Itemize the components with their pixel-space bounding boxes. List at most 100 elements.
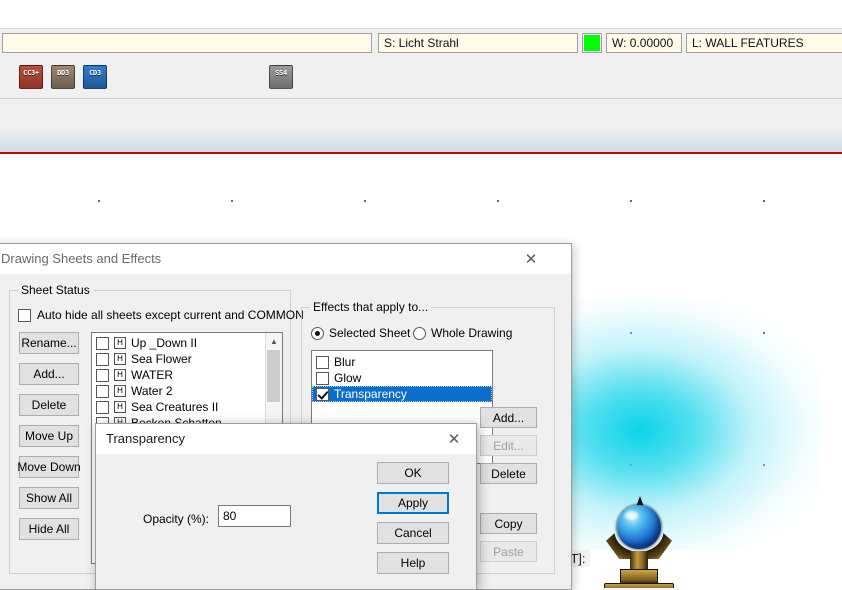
apply-button[interactable]: Apply <box>377 492 449 514</box>
current-layer-field[interactable]: L: WALL FEATURES <box>686 33 842 53</box>
cd3-icon: CD3 <box>83 65 107 89</box>
dd3-button[interactable]: DD3 <box>48 62 78 92</box>
opacity-label: Opacity (%): <box>143 512 210 526</box>
transparency-dialog-titlebar[interactable]: Transparency ✕ <box>96 424 476 455</box>
sheets-dialog-titlebar[interactable]: Drawing Sheets and Effects ✕ <box>0 244 571 275</box>
auto-hide-sheets-checkbox[interactable]: Auto hide all sheets except current and … <box>18 308 304 322</box>
orb-highlight <box>625 511 638 520</box>
effect-name: Glow <box>334 371 362 385</box>
status-bar: S: Licht Strahl W: 0.00000 L: WALL FEATU… <box>0 28 842 60</box>
current-sheet-field[interactable]: S: Licht Strahl <box>378 33 578 53</box>
scope-selected-label: Selected Sheet <box>329 326 411 340</box>
opacity-input[interactable]: 80 <box>218 505 291 527</box>
close-icon[interactable]: ✕ <box>432 424 476 454</box>
cc3-plus-button[interactable]: CC3+ <box>16 62 46 92</box>
list-item[interactable]: H Sea Creatures II <box>92 399 282 415</box>
sheet-hidden-icon: H <box>114 337 126 349</box>
list-item[interactable]: H Water 2 <box>92 383 282 399</box>
delete-sheet-button[interactable]: Delete <box>19 394 79 416</box>
app-top-blank-area <box>0 0 842 28</box>
canvas-top-band <box>0 130 842 152</box>
coordinates-field[interactable] <box>2 33 372 53</box>
grid-dot <box>497 200 499 202</box>
move-down-button[interactable]: Move Down <box>17 456 81 478</box>
list-item[interactable]: H WATER <box>92 367 282 383</box>
list-item[interactable]: Glow <box>312 370 492 386</box>
dd3-icon: DD3 <box>51 65 75 89</box>
help-button[interactable]: Help <box>377 552 449 574</box>
transparency-dialog: Transparency ✕ Opacity (%): 80 OK Apply … <box>95 423 477 590</box>
paste-effect-button: Paste <box>480 541 537 562</box>
color-swatch <box>584 35 600 51</box>
cd3-button[interactable]: CD3 <box>80 62 110 92</box>
grid-dot <box>630 464 632 466</box>
orb-base <box>604 583 674 588</box>
sheet-name: Sea Flower <box>131 352 192 366</box>
orb-stem <box>630 551 648 571</box>
sheet-status-legend: Sheet Status <box>18 283 93 297</box>
effect-enabled-checkbox[interactable] <box>316 387 329 401</box>
auto-hide-checkbox-box <box>18 308 31 322</box>
line-width-field[interactable]: W: 0.00000 <box>606 33 682 53</box>
grid-dot <box>364 200 366 202</box>
rename-button[interactable]: Rename... <box>19 332 79 354</box>
sheet-visible-checkbox[interactable] <box>96 400 109 414</box>
edit-effect-button: Edit... <box>480 435 537 456</box>
sheet-hidden-icon: H <box>114 353 126 365</box>
sheets-dialog-title: Drawing Sheets and Effects <box>1 251 162 266</box>
list-item[interactable]: H Up _Down II <box>92 335 282 351</box>
scope-whole-drawing-radio[interactable]: Whole Drawing <box>413 326 512 340</box>
sheet-visible-checkbox[interactable] <box>96 336 109 350</box>
grid-dot <box>763 464 765 466</box>
grid-dot <box>98 200 100 202</box>
ss4-button[interactable]: SS4 <box>266 62 296 92</box>
ok-button[interactable]: OK <box>377 462 449 484</box>
close-icon[interactable]: ✕ <box>509 244 553 274</box>
secondary-toolbar <box>0 98 842 132</box>
scrollbar-thumb[interactable] <box>267 350 280 402</box>
sheet-name: Up _Down II <box>131 336 198 350</box>
grid-dot <box>763 332 765 334</box>
grid-dot <box>763 200 765 202</box>
sheet-visible-checkbox[interactable] <box>96 352 109 366</box>
effects-apply-legend: Effects that apply to... <box>310 300 432 314</box>
grid-dot <box>630 332 632 334</box>
sheet-hidden-icon: H <box>114 385 126 397</box>
sheet-name: WATER <box>131 368 173 382</box>
cc3-plus-icon: CC3+ <box>19 65 43 89</box>
cancel-button[interactable]: Cancel <box>377 522 449 544</box>
effect-name: Blur <box>334 355 356 369</box>
transparency-dialog-title: Transparency <box>106 431 185 446</box>
program-toolbar: CC3+ DD3 CD3 SS4 <box>0 58 842 99</box>
list-item[interactable]: Blur <box>312 354 492 370</box>
move-up-button[interactable]: Move Up <box>19 425 79 447</box>
effect-enabled-checkbox[interactable] <box>316 355 329 369</box>
scope-selected-sheet-radio[interactable]: Selected Sheet <box>311 326 410 340</box>
add-effect-button[interactable]: Add... <box>480 407 537 428</box>
effect-name: Transparency <box>334 387 407 401</box>
list-item[interactable]: Transparency <box>312 386 492 402</box>
show-all-button[interactable]: Show All <box>19 487 79 509</box>
ss4-icon: SS4 <box>269 65 293 89</box>
effect-enabled-checkbox[interactable] <box>316 371 329 385</box>
radio-whole-drawing <box>413 326 426 340</box>
sheet-hidden-icon: H <box>114 369 126 381</box>
sheet-visible-checkbox[interactable] <box>96 368 109 382</box>
list-item[interactable]: H Sea Flower <box>92 351 282 367</box>
sheet-hidden-icon: H <box>114 401 126 413</box>
grid-dot <box>630 200 632 202</box>
delete-effect-button[interactable]: Delete <box>480 463 537 484</box>
add-sheet-button[interactable]: Add... <box>19 363 79 385</box>
scope-whole-label: Whole Drawing <box>431 326 513 340</box>
sheet-name: Water 2 <box>131 384 173 398</box>
color-swatch-button[interactable] <box>582 33 602 53</box>
grid-dot <box>231 200 233 202</box>
sheet-visible-checkbox[interactable] <box>96 384 109 398</box>
hide-all-button[interactable]: Hide All <box>19 518 79 540</box>
crystal-orb-symbol[interactable] <box>600 496 678 588</box>
copy-effect-button[interactable]: Copy <box>480 513 537 534</box>
auto-hide-label: Auto hide all sheets except current and … <box>37 308 304 322</box>
canvas-red-guide-line <box>0 152 842 154</box>
chevron-up-icon[interactable]: ▲ <box>266 333 282 349</box>
radio-selected-sheet <box>311 326 324 340</box>
